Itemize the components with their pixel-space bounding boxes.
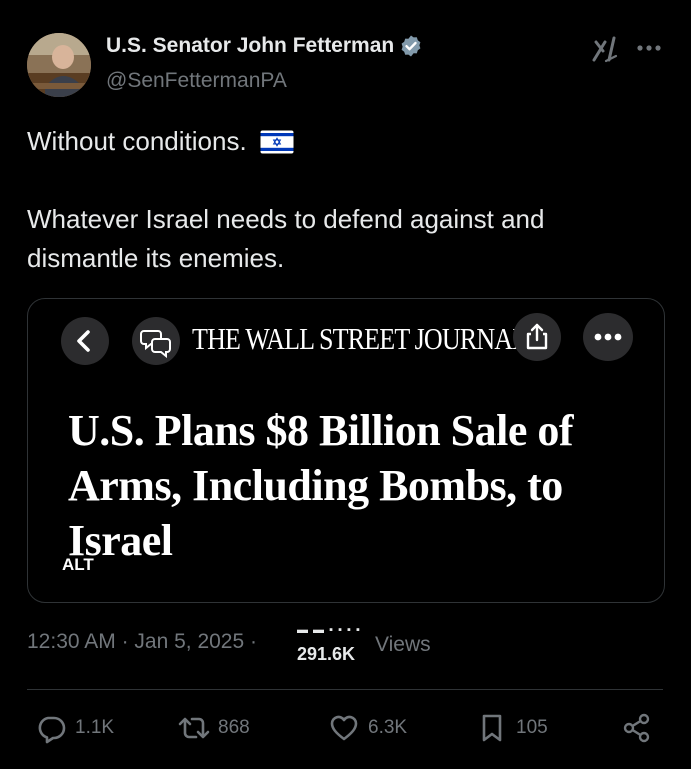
avatar-photo [27,33,91,97]
heart-icon [330,715,358,741]
israel-flag-icon [260,130,294,154]
article-headline: U.S. Plans $8 Billion Sale of Arms, Incl… [68,406,574,565]
reply-count: 1.1K [75,717,115,738]
avatar[interactable] [27,33,91,97]
comments-icon [140,330,171,359]
bookmark-button[interactable]: 105 [476,709,548,747]
bookmark-count: 105 [516,717,548,738]
repost-button[interactable]: 868 [178,709,250,747]
meta-separator: · [121,630,135,653]
tweet-time[interactable]: 12:30 AM [27,630,116,653]
tweet-meta: 12:30 AM · Jan 5, 2025 · [27,630,257,654]
chevron-left-icon [77,330,90,352]
share-icon [526,323,548,350]
wsj-share-button [513,313,561,361]
tweet-line-2: Whatever Israel needs to defend against … [27,204,545,273]
grok-icon[interactable] [590,34,620,64]
author-name-text: U.S. Senator John Fetterman [106,34,395,57]
wsj-more-button [583,313,633,361]
repost-icon [178,717,210,739]
alt-badge[interactable]: ALT [62,555,94,575]
reply-icon [38,716,66,744]
media-card[interactable]: THE WALL STREET JOURNAL. U.S. Plans $8 B… [27,298,665,603]
author-name[interactable]: U.S. Senator John Fetterman [106,34,423,58]
views-label: Views [375,633,431,656]
bookmark-icon [482,714,502,742]
tweet-text: Without conditions. Whatever Israel need… [27,122,637,278]
tweet-line-1-text: Without conditions. [27,126,247,156]
share-button[interactable] [621,709,661,747]
tweet-line-1: Without conditions. [27,122,637,161]
wsj-masthead: THE WALL STREET JOURNAL. [192,321,534,356]
author-handle[interactable]: @SenFettermanPA [106,69,287,93]
meta-separator-2: · [250,630,258,653]
wsj-back-button [61,317,109,365]
reply-button[interactable]: 1.1K [35,709,114,747]
like-count: 6.3K [368,717,408,738]
divider [27,689,663,690]
views-count-animation: ▬ ▬ ▪ ▪ ▪ ▪ [297,624,361,636]
more-icon[interactable] [634,38,664,58]
repost-count: 868 [218,717,250,738]
more-dots-icon [594,333,622,341]
wsj-comments-button [132,317,180,365]
verified-badge-icon[interactable] [399,34,423,58]
like-button[interactable]: 6.3K [328,709,407,747]
share-nodes-icon [623,713,650,743]
views-count[interactable]: 291.6K [297,644,355,665]
tweet-date[interactable]: Jan 5, 2025 [134,630,244,653]
